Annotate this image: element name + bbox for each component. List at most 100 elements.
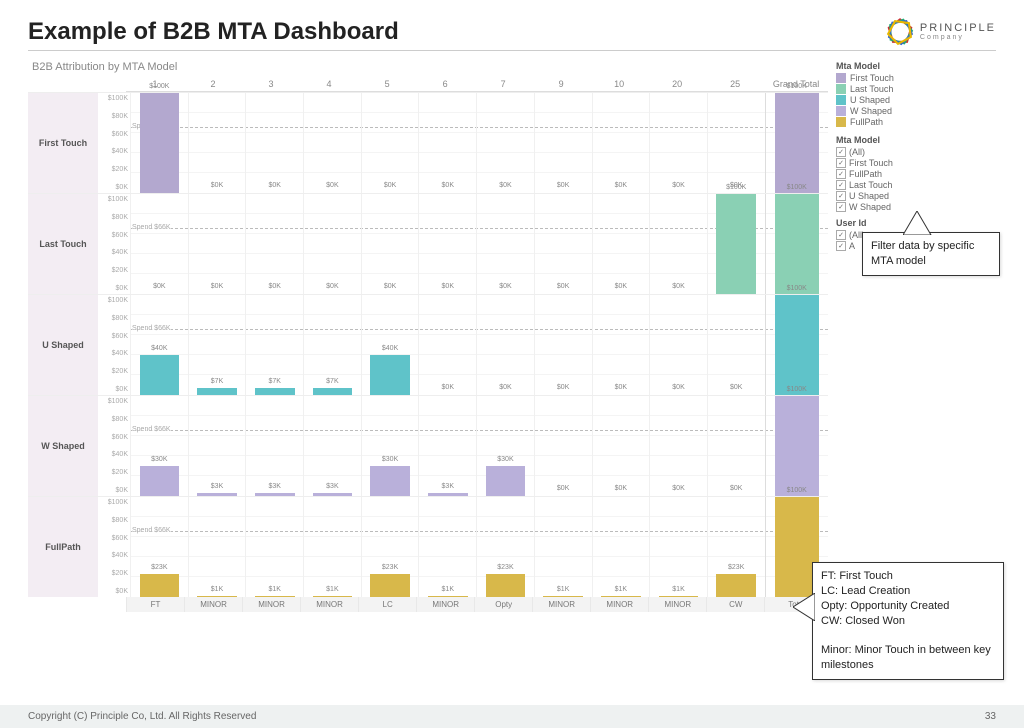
bar-label: $0K xyxy=(557,485,569,492)
bar-label: $0K xyxy=(615,485,627,492)
legend-swatch xyxy=(836,106,846,116)
column-header: 5 xyxy=(358,77,416,92)
bar: $30K xyxy=(370,466,410,496)
legend-item: FullPath xyxy=(836,117,996,127)
bar-label: $0K xyxy=(384,182,396,189)
column-headers: 12345679102025Grand Total xyxy=(126,77,828,92)
chart-cell: $0K xyxy=(245,93,303,193)
bar: $1K xyxy=(313,596,353,597)
chart-cell: $100K xyxy=(765,93,828,193)
bar: $0K xyxy=(370,192,410,193)
chart-cell: $0K xyxy=(361,93,419,193)
bar-label: $1K xyxy=(672,586,684,593)
bar-label: $3K xyxy=(442,483,454,490)
bar-label: $0K xyxy=(442,384,454,391)
bar-label: $0K xyxy=(326,283,338,290)
bar-label: $7K xyxy=(211,378,223,385)
chart-cell: $3K xyxy=(188,396,246,496)
legend-title: Mta Model xyxy=(836,61,996,71)
legend-item: First Touch xyxy=(836,73,996,83)
chart-cell: $0K xyxy=(534,295,592,395)
bar: $0K xyxy=(659,293,699,294)
bar-label: $0K xyxy=(557,283,569,290)
x-axis-label: MINOR xyxy=(532,597,590,612)
bar-label: $23K xyxy=(728,564,744,571)
filter-model: Mta Model ✓(All)✓First Touch✓FullPath✓La… xyxy=(836,135,996,212)
bar-label: $23K xyxy=(497,564,513,571)
bar: $0K xyxy=(601,293,641,294)
chart-cell: $23K xyxy=(361,497,419,597)
bar: $0K xyxy=(543,293,583,294)
chart-cell: $7K xyxy=(303,295,361,395)
dashboard: B2B Attribution by MTA Model 12345679102… xyxy=(28,61,996,612)
bar-label: $0K xyxy=(384,283,396,290)
bar-label: $3K xyxy=(326,483,338,490)
bar: $100K xyxy=(775,194,819,294)
bar: $0K xyxy=(659,495,699,496)
bar: $100K xyxy=(775,295,819,395)
chart-cell: $0K xyxy=(649,194,707,294)
chart-cell: $100K xyxy=(765,396,828,496)
bar: $0K xyxy=(601,495,641,496)
check-icon: ✓ xyxy=(836,230,846,240)
x-axis-label: MINOR xyxy=(590,597,648,612)
bar-label: $100K xyxy=(787,285,807,292)
chart-cell: $0K xyxy=(418,194,476,294)
logo-icon xyxy=(886,18,914,46)
chart-cell: $40K xyxy=(361,295,419,395)
chart-cell: $23K xyxy=(130,497,188,597)
filter-checkbox-model[interactable]: ✓U Shaped xyxy=(836,191,996,201)
chart-cell: $1K xyxy=(534,497,592,597)
bar-label: $100K xyxy=(726,184,746,191)
bar: $30K xyxy=(140,466,180,496)
bar: $0K xyxy=(659,192,699,193)
bar-label: $23K xyxy=(151,564,167,571)
brand-logo: PRINCIPLE Company xyxy=(886,18,996,46)
chart-cell: $0K xyxy=(534,396,592,496)
bar: $1K xyxy=(601,596,641,597)
column-header: 3 xyxy=(242,77,300,92)
sidebar: Mta Model First TouchLast TouchU ShapedW… xyxy=(836,61,996,612)
legend-swatch xyxy=(836,95,846,105)
bar-label: $0K xyxy=(326,182,338,189)
bar: $0K xyxy=(543,192,583,193)
bar-label: $0K xyxy=(268,283,280,290)
chart-cell: $0K xyxy=(649,295,707,395)
x-axis-label: MINOR xyxy=(300,597,358,612)
chart-cell: $0K xyxy=(418,295,476,395)
x-axis-label: Opty xyxy=(474,597,532,612)
bar-label: $0K xyxy=(499,283,511,290)
chart-cell: $3K xyxy=(245,396,303,496)
bar: $1K xyxy=(543,596,583,597)
filter-checkbox-model[interactable]: ✓First Touch xyxy=(836,158,996,168)
bar-label: $1K xyxy=(268,586,280,593)
legend-item: U Shaped xyxy=(836,95,996,105)
chart-row: First Touch$100K$80K$60K$40K$20K$0KSpend… xyxy=(28,92,828,193)
bar-label: $3K xyxy=(211,483,223,490)
bar: $0K xyxy=(543,495,583,496)
check-icon: ✓ xyxy=(836,202,846,212)
chart-cell: $0K xyxy=(534,194,592,294)
chart-row: Last Touch$100K$80K$60K$40K$20K$0KSpend … xyxy=(28,193,828,294)
bar: $1K xyxy=(197,596,237,597)
bar: $0K xyxy=(313,293,353,294)
column-header: 4 xyxy=(300,77,358,92)
filter-checkbox-model[interactable]: ✓Last Touch xyxy=(836,180,996,190)
chart-cell: $0K xyxy=(592,295,650,395)
x-axis: FTMINORMINORMINORLCMINOROptyMINORMINORMI… xyxy=(126,597,828,612)
chart-cell: $0K xyxy=(649,93,707,193)
bar-label: $0K xyxy=(730,384,742,391)
filter-checkbox-model[interactable]: ✓FullPath xyxy=(836,169,996,179)
chart-cell: $1K xyxy=(303,497,361,597)
bar: $23K xyxy=(370,574,410,597)
bar-label: $0K xyxy=(442,283,454,290)
bar: $100K xyxy=(775,396,819,496)
bar-label: $1K xyxy=(211,586,223,593)
x-axis-label: MINOR xyxy=(648,597,706,612)
check-icon: ✓ xyxy=(836,180,846,190)
bar: $0K xyxy=(486,394,526,395)
bar-label: $0K xyxy=(672,182,684,189)
bar-label: $0K xyxy=(211,182,223,189)
filter-checkbox-model[interactable]: ✓(All) xyxy=(836,147,996,157)
bar: $0K xyxy=(486,192,526,193)
